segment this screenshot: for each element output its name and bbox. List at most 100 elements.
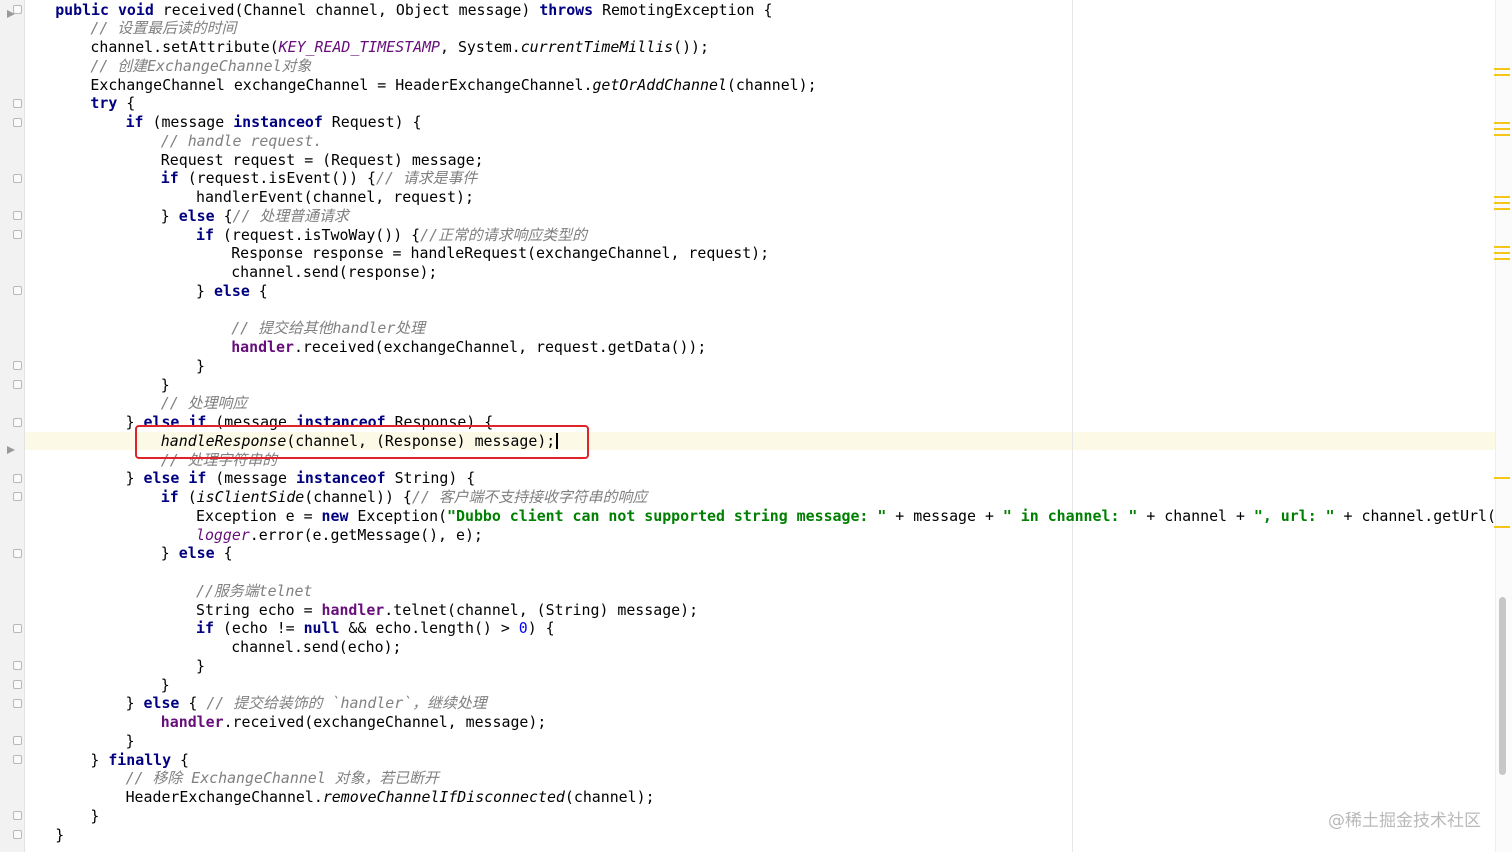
fold-marker-icon[interactable]: [13, 680, 22, 689]
code-line[interactable]: // 创建ExchangeChannel对象: [90, 57, 311, 76]
watermark: @稀土掘金技术社区: [1328, 811, 1481, 831]
code-token: else: [143, 694, 180, 713]
fold-marker-icon[interactable]: [13, 5, 22, 14]
warning-stripe[interactable]: [1494, 202, 1510, 204]
code-line[interactable]: } else { // 提交给装饰的 `handler`，继续处理: [126, 694, 487, 713]
code-line[interactable]: }: [196, 357, 205, 376]
fold-marker-icon[interactable]: [13, 174, 22, 183]
fold-marker-icon[interactable]: [13, 661, 22, 670]
fold-marker-icon[interactable]: [13, 361, 22, 370]
code-line[interactable]: }: [126, 732, 135, 751]
execution-arrow-icon[interactable]: [7, 446, 15, 454]
code-token: }: [90, 806, 100, 825]
fold-marker-icon[interactable]: [13, 418, 22, 427]
warning-stripe[interactable]: [1494, 134, 1510, 136]
code-line[interactable]: // 处理响应: [161, 394, 247, 413]
code-token: if: [160, 488, 179, 506]
code-line[interactable]: if (request.isTwoWay()) {//正常的请求响应类型的: [196, 226, 587, 245]
code-token: (request.isEvent()) {: [178, 169, 376, 188]
fold-marker-icon[interactable]: [13, 699, 22, 708]
code-line[interactable]: handlerEvent(channel, request);: [196, 188, 474, 207]
scrollbar-thumb[interactable]: [1499, 597, 1506, 775]
code-line[interactable]: } else {// 处理普通请求: [161, 207, 349, 226]
warning-stripe[interactable]: [1494, 196, 1510, 198]
code-token: ());: [673, 38, 709, 56]
code-line[interactable]: handler.received(exchangeChannel, messag…: [161, 713, 547, 732]
code-line[interactable]: // 提交给其他handler处理: [231, 319, 425, 338]
code-line[interactable]: }: [90, 807, 99, 826]
warning-stripe[interactable]: [1494, 128, 1510, 130]
code-token: 0: [518, 619, 528, 638]
code-line[interactable]: channel.setAttribute(KEY_READ_TIMESTAMP,…: [90, 38, 709, 57]
code-line[interactable]: // 设置最后读的时间: [90, 19, 236, 38]
fold-marker-icon[interactable]: [13, 474, 22, 483]
code-token: if: [160, 169, 179, 188]
code-line[interactable]: logger.error(e.getMessage(), e);: [196, 526, 483, 545]
code-token: (: [178, 488, 197, 506]
warning-stripe[interactable]: [1494, 68, 1510, 70]
code-token: .received(exchangeChannel, message);: [223, 713, 547, 731]
fold-marker-icon[interactable]: [13, 755, 22, 764]
code-token: handler: [160, 713, 224, 731]
warning-stripe[interactable]: [1494, 252, 1510, 254]
warning-stripe[interactable]: [1494, 122, 1510, 124]
fold-marker-icon[interactable]: [13, 99, 22, 108]
code-line[interactable]: Request request = (Request) message;: [161, 151, 484, 170]
code-line[interactable]: // 移除 ExchangeChannel 对象，若已断开: [126, 769, 439, 788]
warning-stripe[interactable]: [1494, 258, 1510, 260]
code-token: RemotingException {: [593, 0, 773, 19]
code-line[interactable]: }: [161, 376, 170, 395]
code-line[interactable]: // handle request.: [161, 132, 322, 151]
code-line[interactable]: }: [161, 676, 170, 695]
fold-marker-icon[interactable]: [13, 830, 22, 839]
code-line[interactable]: if (message instanceof Request) {: [126, 113, 422, 132]
fold-marker-icon[interactable]: [13, 380, 22, 389]
fold-marker-icon[interactable]: [13, 492, 22, 501]
code-token: "Dubbo client can not supported string m…: [447, 506, 887, 525]
code-token: // 客户端不支持接收字符串的响应: [411, 488, 648, 506]
code-token: // 提交给装饰的 `handler`，继续处理: [206, 694, 487, 713]
code-token: isClientSide: [196, 488, 305, 506]
code-token: ) {: [527, 619, 555, 638]
fold-marker-icon[interactable]: [13, 736, 22, 745]
code-token: // 提交给其他handler处理: [231, 319, 426, 338]
code-line[interactable]: HeaderExchangeChannel.removeChannelIfDis…: [126, 788, 655, 807]
code-token: Exception(: [348, 506, 448, 525]
code-line[interactable]: }: [196, 657, 205, 676]
warning-stripe[interactable]: [1494, 208, 1510, 210]
code-line[interactable]: } else if (message instanceof String) {: [126, 469, 476, 488]
code-line[interactable]: public void received(Channel channel, Ob…: [55, 1, 772, 20]
code-line[interactable]: channel.send(echo);: [231, 638, 401, 657]
code-token: }: [196, 656, 205, 675]
code-line[interactable]: //服务端telnet: [196, 582, 312, 601]
code-line[interactable]: }: [55, 826, 64, 845]
code-line[interactable]: } else {: [161, 544, 233, 563]
fold-marker-icon[interactable]: [13, 811, 22, 820]
annotation-highlight-box: [135, 425, 589, 459]
fold-marker-icon[interactable]: [13, 624, 22, 633]
code-line[interactable]: Response response = handleRequest(exchan…: [231, 244, 769, 263]
code-line[interactable]: Exception e = new Exception("Dubbo clien…: [196, 507, 1512, 526]
code-token: Request) {: [322, 113, 422, 131]
fold-marker-icon[interactable]: [13, 230, 22, 239]
code-line[interactable]: ExchangeChannel exchangeChannel = Header…: [90, 76, 816, 95]
warning-stripe[interactable]: [1494, 526, 1510, 528]
code-line[interactable]: channel.send(response);: [231, 263, 437, 282]
fold-marker-icon[interactable]: [13, 118, 22, 127]
warning-stripe[interactable]: [1494, 246, 1510, 248]
code-line[interactable]: if (request.isEvent()) {// 请求是事件: [161, 169, 478, 188]
code-line[interactable]: } finally {: [90, 751, 189, 770]
code-line[interactable]: if (isClientSide(channel)) {// 客户端不支持接收字…: [161, 488, 647, 507]
warning-stripe[interactable]: [1494, 477, 1510, 479]
code-line[interactable]: try {: [90, 94, 135, 113]
code-token: }: [196, 356, 205, 375]
code-line[interactable]: if (echo != null && echo.length() > 0) {: [196, 619, 555, 638]
code-line[interactable]: } else {: [196, 282, 268, 301]
code-line[interactable]: handler.received(exchangeChannel, reques…: [231, 338, 706, 357]
fold-marker-icon[interactable]: [13, 211, 22, 220]
editor-gutter: [0, 0, 25, 852]
fold-marker-icon[interactable]: [13, 549, 22, 558]
warning-stripe[interactable]: [1494, 74, 1510, 76]
fold-marker-icon[interactable]: [13, 286, 22, 295]
code-line[interactable]: String echo = handler.telnet(channel, (S…: [196, 601, 698, 620]
